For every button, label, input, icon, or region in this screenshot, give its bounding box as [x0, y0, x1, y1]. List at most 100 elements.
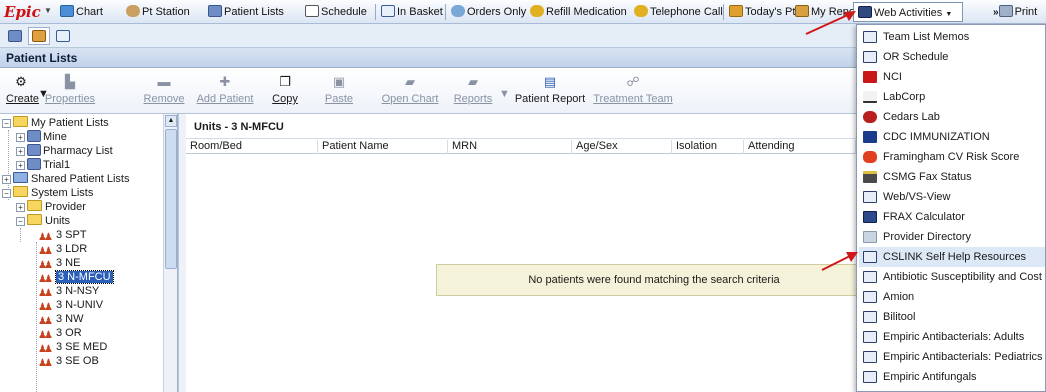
tree-node-trial1[interactable]: + Trial1 — [16, 158, 70, 172]
collapse-icon[interactable]: − — [2, 189, 11, 198]
tree-node-shared-patient-lists[interactable]: + Shared Patient Lists — [2, 172, 129, 186]
paste-button[interactable]: ▣ Paste — [322, 74, 356, 105]
column-header[interactable]: Attending — [744, 140, 856, 154]
shared-folder-icon — [13, 172, 28, 183]
toolbar-refill-medication[interactable]: Refill Medication — [530, 5, 627, 18]
in-basket-tab[interactable] — [52, 27, 74, 45]
menu-item-framingham[interactable]: Framingham CV Risk Score — [859, 147, 1045, 167]
expand-icon[interactable]: + — [16, 147, 25, 156]
expand-icon[interactable]: + — [2, 175, 11, 184]
orders-icon — [451, 5, 465, 17]
add-patient-button[interactable]: ✚ Add Patient — [193, 74, 257, 105]
toolbar-print[interactable]: » Print — [993, 5, 1037, 18]
patient-report-button[interactable]: ▤ Patient Report — [508, 74, 592, 105]
toolbar-patient-lists[interactable]: Patient Lists — [208, 5, 284, 18]
web-page-icon — [863, 291, 877, 303]
toolbar-schedule[interactable]: Schedule — [305, 5, 367, 18]
menu-item-empiric-antifungals[interactable]: Empiric Antifungals — [859, 367, 1045, 387]
menu-item-team-list-memos[interactable]: Team List Memos — [859, 27, 1045, 47]
pane-splitter[interactable] — [178, 114, 186, 392]
epic-toolbar: Epic ▼ Chart Pt Station Patient Lists Sc… — [0, 0, 1046, 24]
properties-button[interactable]: ▙ Properties — [42, 74, 98, 105]
menu-item-cslink-self-help[interactable]: CSLINK Self Help Resources — [859, 247, 1045, 267]
collapse-icon[interactable]: − — [2, 119, 11, 128]
in-basket-icon — [381, 5, 395, 17]
menu-item-nci[interactable]: NCI — [859, 67, 1045, 87]
tree-node-unit[interactable]: ♟♟ 3 OR — [38, 326, 82, 341]
tree-node-unit-selected[interactable]: ♟♟ 3 N-MFCU — [38, 270, 114, 285]
column-header[interactable]: MRN — [448, 140, 572, 154]
expand-icon[interactable]: + — [16, 161, 25, 170]
column-header[interactable]: Room/Bed — [186, 140, 318, 154]
reports-button[interactable]: ▰ Reports — [450, 74, 496, 105]
copy-button[interactable]: ❐ Copy — [268, 74, 302, 105]
menu-item-cdc-immunization[interactable]: CDC IMMUNIZATION — [859, 127, 1045, 147]
menu-item-cedars-lab[interactable]: Cedars Lab — [859, 107, 1045, 127]
home-tab[interactable] — [28, 27, 50, 45]
folder-icon — [27, 200, 42, 211]
menu-item-csmg-fax-status[interactable]: CSMG Fax Status — [859, 167, 1045, 187]
treatment-team-button[interactable]: ☍ Treatment Team — [592, 74, 674, 105]
toolbar-orders-only[interactable]: Orders Only — [451, 5, 526, 18]
toolbar-telephone-call[interactable]: Telephone Call — [634, 5, 723, 18]
expand-icon[interactable]: + — [16, 203, 25, 212]
nci-logo-icon — [863, 71, 877, 83]
tree-node-unit[interactable]: ♟♟ 3 N-NSY — [38, 284, 99, 299]
menu-item-bilitool[interactable]: Bilitool — [859, 307, 1045, 327]
menu-item-empiric-antibacterials-pediatrics[interactable]: Empiric Antibacterials: Pediatrics — [859, 347, 1045, 367]
toolbar-in-basket[interactable]: In Basket — [381, 5, 443, 18]
tree-node-unit[interactable]: ♟♟ 3 SE MED — [38, 340, 107, 355]
menu-item-empiric-antibacterials-adults[interactable]: Empiric Antibacterials: Adults — [859, 327, 1045, 347]
menu-item-or-schedule[interactable]: OR Schedule — [859, 47, 1045, 67]
tree-node-pharmacy-list[interactable]: + Pharmacy List — [16, 144, 113, 158]
toolbar-pt-station[interactable]: Pt Station — [126, 5, 190, 18]
epic-logo[interactable]: Epic — [4, 3, 41, 21]
tree-node-unit[interactable]: ♟♟ 3 NW — [38, 312, 84, 327]
scroll-up-icon[interactable]: ▲ — [165, 115, 177, 127]
tree-node-provider[interactable]: + Provider — [16, 200, 86, 214]
cedars-logo-icon — [863, 111, 877, 123]
collapse-icon[interactable]: − — [16, 217, 25, 226]
web-page-icon — [863, 271, 877, 283]
menu-item-web-vs-view[interactable]: Web/VS-View — [859, 187, 1045, 207]
expand-icon[interactable]: + — [16, 133, 25, 142]
remove-button[interactable]: ▬ Remove — [142, 74, 186, 105]
web-activities-button[interactable]: Web Activities ▼ — [853, 2, 963, 22]
column-header[interactable]: Age/Sex — [572, 140, 672, 154]
web-activities-icon — [858, 6, 872, 18]
fax-icon — [863, 171, 877, 183]
folder-icon — [13, 186, 28, 197]
tree-scrollbar[interactable]: ▲ — [163, 114, 177, 392]
patient-lists-tab[interactable] — [4, 27, 26, 45]
web-page-icon — [863, 31, 877, 43]
scrollbar-thumb[interactable] — [165, 129, 177, 269]
tree-node-unit[interactable]: ♟♟ 3 N-UNIV — [38, 298, 103, 313]
menu-item-frax-calculator[interactable]: FRAX Calculator — [859, 207, 1045, 227]
column-header[interactable]: Isolation — [672, 140, 744, 154]
menu-item-labcorp[interactable]: LabCorp — [859, 87, 1045, 107]
tree-node-unit[interactable]: ♟♟ 3 SPT — [38, 228, 87, 243]
chevron-down-icon[interactable]: ▼ — [44, 6, 52, 15]
folder-icon — [13, 116, 28, 127]
tree-node-unit[interactable]: ♟♟ 3 LDR — [38, 242, 87, 257]
tree-node-unit[interactable]: ♟♟ 3 SE OB — [38, 354, 99, 369]
open-chart-button[interactable]: ▰ Open Chart — [379, 74, 441, 105]
column-header[interactable]: Patient Name — [318, 140, 448, 154]
tree-node-mine[interactable]: + Mine — [16, 130, 67, 144]
toolbar-divider — [723, 4, 724, 20]
create-button[interactable]: ⚙ Create — [6, 74, 39, 105]
tree-node-units[interactable]: − Units — [16, 214, 70, 228]
open-chart-icon: ▰ — [405, 74, 415, 89]
tree-node-system-lists[interactable]: − System Lists — [2, 186, 93, 200]
menu-item-amion[interactable]: Amion — [859, 287, 1045, 307]
telephone-icon — [634, 5, 648, 17]
tree-node-my-patient-lists[interactable]: − My Patient Lists — [2, 116, 109, 130]
properties-icon: ▙ — [65, 74, 75, 89]
menu-item-antibiotic-susceptibility[interactable]: Antibiotic Susceptibility and Cost — [859, 267, 1045, 287]
tree-node-unit[interactable]: ♟♟ 3 NE — [38, 256, 80, 271]
toolbar-chart[interactable]: Chart — [60, 5, 103, 18]
remove-icon: ▬ — [157, 74, 171, 89]
toolbar-divider — [375, 4, 376, 20]
toolbar-todays-pts[interactable]: Today's Pts — [729, 5, 801, 18]
menu-item-provider-directory[interactable]: Provider Directory — [859, 227, 1045, 247]
